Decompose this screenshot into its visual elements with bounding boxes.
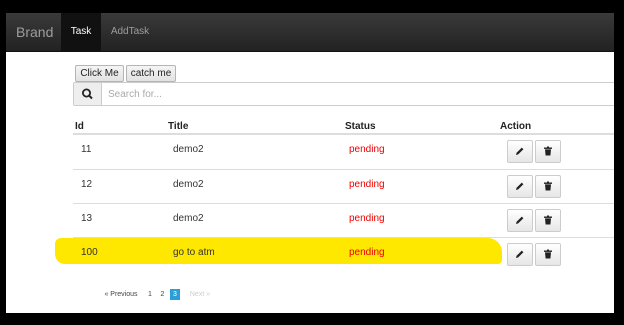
pagination-page-2[interactable]: 2 bbox=[157, 289, 168, 300]
tab-task[interactable]: Task bbox=[61, 13, 101, 51]
click-me-button[interactable]: Click Me bbox=[75, 65, 124, 82]
cell-title: go to atm bbox=[173, 247, 215, 258]
table-row: 12 demo2 pending bbox=[73, 169, 614, 204]
delete-button[interactable] bbox=[535, 175, 561, 198]
delete-button[interactable] bbox=[535, 209, 561, 232]
catch-me-button[interactable]: catch me bbox=[126, 65, 176, 82]
column-header-id: Id bbox=[75, 121, 84, 132]
edit-button[interactable] bbox=[507, 243, 533, 266]
column-header-status: Status bbox=[345, 121, 376, 132]
search-icon[interactable] bbox=[74, 83, 102, 105]
trash-icon bbox=[544, 215, 552, 225]
column-header-action: Action bbox=[500, 121, 532, 132]
cell-id: 13 bbox=[81, 213, 93, 224]
pagination-next[interactable]: Next » bbox=[185, 289, 215, 300]
pencil-icon bbox=[516, 250, 524, 258]
search-input[interactable] bbox=[108, 83, 588, 105]
table-row-highlighted: 100 go to atm pending bbox=[73, 237, 614, 272]
edit-button[interactable] bbox=[507, 175, 533, 198]
brand-logo[interactable]: Brand bbox=[16, 13, 53, 51]
pagination-page-3[interactable]: 3 bbox=[170, 289, 180, 300]
cell-id: 100 bbox=[81, 247, 98, 258]
pencil-icon bbox=[516, 182, 524, 190]
cell-id: 11 bbox=[81, 144, 92, 155]
pagination-page-1[interactable]: 1 bbox=[145, 289, 155, 300]
cell-title: demo2 bbox=[173, 179, 204, 190]
trash-icon bbox=[544, 146, 552, 156]
trash-icon bbox=[544, 249, 552, 259]
tab-addtask[interactable]: AddTask bbox=[105, 13, 155, 51]
cell-status: pending bbox=[349, 247, 385, 258]
table-row: 13 demo2 pending bbox=[73, 203, 614, 238]
pencil-icon bbox=[516, 216, 524, 224]
delete-button[interactable] bbox=[535, 243, 561, 266]
cell-title: demo2 bbox=[173, 144, 204, 155]
edit-button[interactable] bbox=[507, 140, 533, 163]
cell-status: pending bbox=[349, 144, 385, 155]
app-frame: Brand Task AddTask Click Me catch me Id … bbox=[6, 13, 614, 313]
cell-status: pending bbox=[349, 213, 385, 224]
pencil-icon bbox=[516, 147, 524, 155]
edit-button[interactable] bbox=[507, 209, 533, 232]
cell-status: pending bbox=[349, 179, 385, 190]
table-row: 11 demo2 pending bbox=[73, 135, 614, 169]
navbar: Brand Task AddTask bbox=[6, 13, 614, 52]
column-header-title: Title bbox=[168, 121, 189, 132]
cell-title: demo2 bbox=[173, 213, 204, 224]
trash-icon bbox=[544, 181, 552, 191]
delete-button[interactable] bbox=[535, 140, 561, 163]
pagination-previous[interactable]: « Previous bbox=[102, 289, 140, 300]
search-group bbox=[73, 82, 614, 106]
cell-id: 12 bbox=[81, 179, 93, 190]
